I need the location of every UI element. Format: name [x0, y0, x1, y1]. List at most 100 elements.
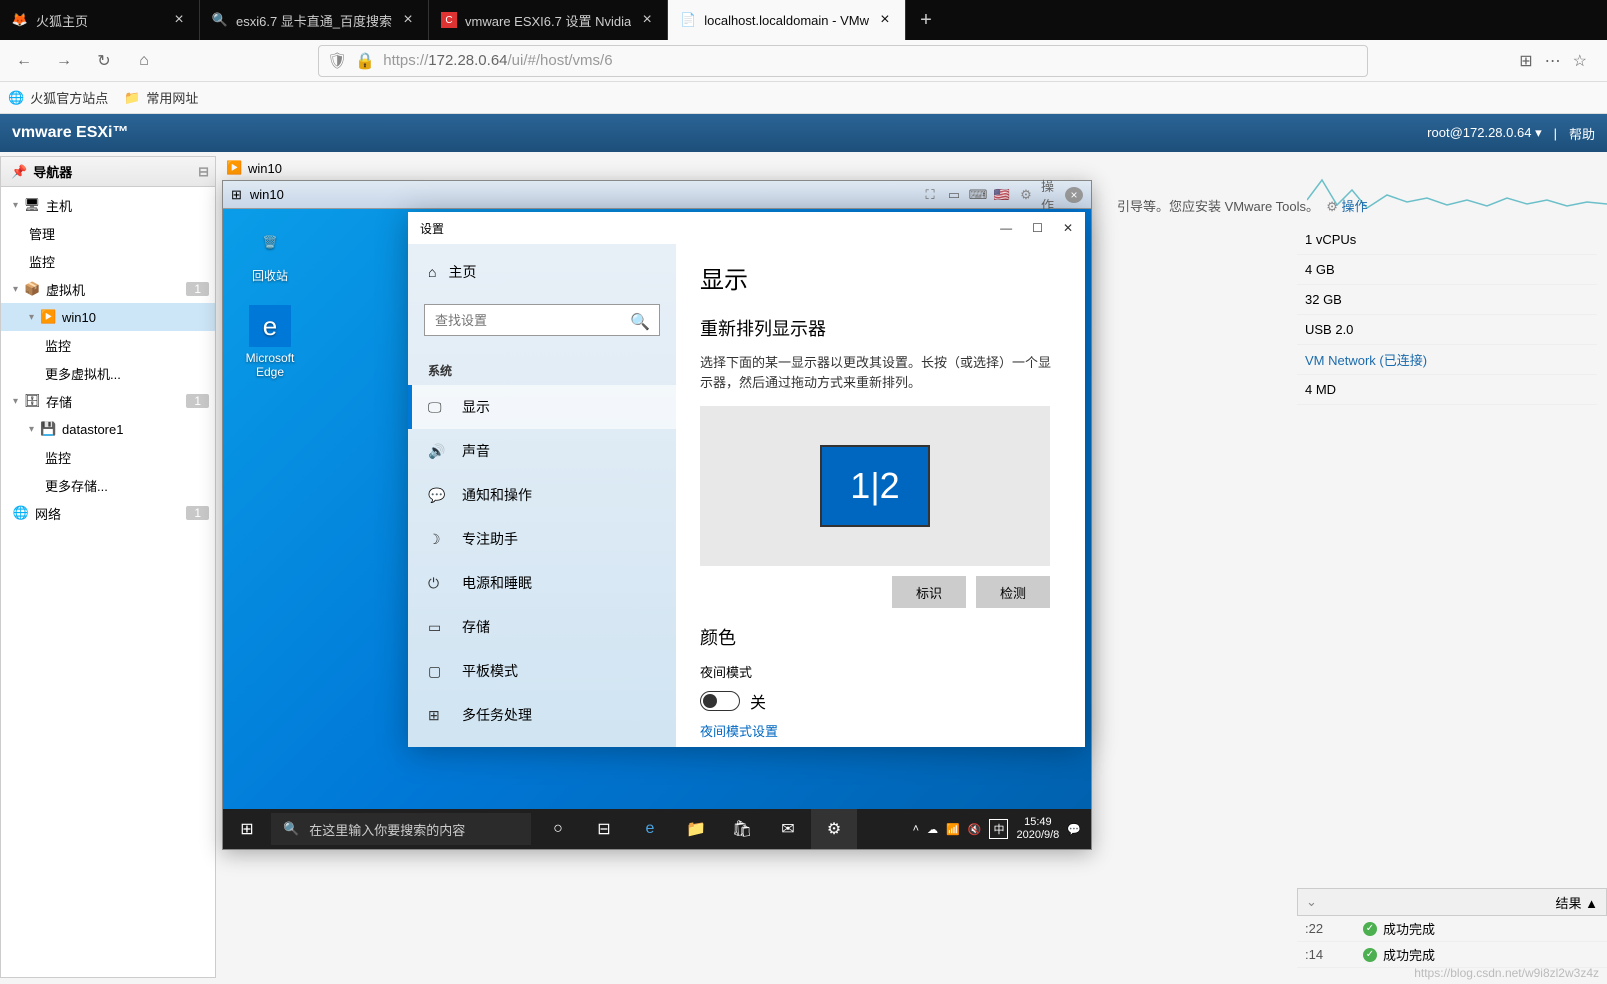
bookmark-firefox[interactable]: 🌐火狐官方站点: [8, 88, 108, 107]
gear-icon[interactable]: ⚙: [1017, 187, 1035, 203]
settings-item-multitask[interactable]: ⊞多任务处理: [408, 693, 676, 737]
close-icon[interactable]: ×: [1065, 187, 1083, 203]
settings-home[interactable]: ⌂主页: [408, 252, 676, 292]
tray-onedrive-icon[interactable]: ☁: [927, 823, 938, 836]
settings-item-project[interactable]: ▦投影到此电脑: [408, 737, 676, 747]
settings-title: 设置: [420, 220, 444, 237]
identify-button[interactable]: 标识: [892, 576, 966, 608]
taskbar-search[interactable]: 🔍在这里输入你要搜索的内容: [271, 813, 531, 845]
settings-item-display[interactable]: 🖵显示: [408, 385, 676, 429]
edge-shortcut[interactable]: e Microsoft Edge: [235, 305, 305, 379]
search-input[interactable]: [424, 304, 660, 336]
back-button[interactable]: ←: [8, 45, 40, 77]
settings-item-power[interactable]: ⏻电源和睡眠: [408, 561, 676, 605]
actions-link[interactable]: 操作: [1342, 199, 1368, 214]
mail-icon[interactable]: ✉: [765, 809, 811, 849]
edge-taskbar-icon[interactable]: e: [627, 809, 673, 849]
navigator-panel: 📌 导航器 ⊟ ▾🖥主机 管理 监控 ▾📦虚拟机1 ▾▶️win10 监控 更多…: [0, 156, 216, 978]
settings-titlebar[interactable]: 设置 — ☐ ✕: [408, 212, 1085, 244]
console-viewport[interactable]: 🗑️ 回收站 e Microsoft Edge 设置 — ☐: [223, 209, 1091, 849]
close-icon[interactable]: ×: [171, 12, 187, 28]
action-center-icon[interactable]: 💬: [1067, 823, 1081, 836]
tab-esxi[interactable]: 📄 localhost.localdomain - VMw ×: [668, 0, 906, 40]
settings-item-tablet[interactable]: ▢平板模式: [408, 649, 676, 693]
night-mode-settings-link[interactable]: 夜间模式设置: [700, 721, 1061, 740]
console-dual-icon[interactable]: ▭: [945, 187, 963, 203]
settings-item-focus[interactable]: ☽专注助手: [408, 517, 676, 561]
maximize-button[interactable]: ☐: [1032, 221, 1043, 235]
task-row[interactable]: :14✓成功完成: [1297, 942, 1607, 968]
reload-button[interactable]: ↻: [88, 45, 120, 77]
url-bar[interactable]: 🛡 🔒 https://172.28.0.64/ui/#/host/vms/6: [318, 45, 1368, 77]
nav-host[interactable]: ▾🖥主机: [1, 191, 215, 219]
close-icon[interactable]: ×: [639, 12, 655, 28]
toggle-state: 关: [750, 689, 766, 713]
console-expand-icon[interactable]: ⛶: [921, 187, 939, 203]
store-icon[interactable]: 🛍: [719, 809, 765, 849]
display-arrange-area[interactable]: 1|2: [700, 406, 1050, 566]
settings-taskbar-icon[interactable]: ⚙: [811, 809, 857, 849]
detect-button[interactable]: 检测: [976, 576, 1050, 608]
settings-item-storage[interactable]: ▭存储: [408, 605, 676, 649]
tray-volume-icon[interactable]: 🔇: [968, 823, 982, 836]
pin-icon[interactable]: 📌: [11, 164, 27, 180]
close-icon[interactable]: ×: [400, 12, 416, 28]
tab-vmware-article[interactable]: C vmware ESXI6.7 设置 Nvidia ×: [429, 0, 668, 40]
task-header[interactable]: ⌄ 结果 ▲: [1297, 888, 1607, 916]
close-icon[interactable]: ×: [877, 12, 893, 28]
nav-vms[interactable]: ▾📦虚拟机1: [1, 275, 215, 303]
nav-datastore1[interactable]: ▾💾datastore1: [1, 415, 215, 443]
bookmark-common[interactable]: 📁常用网址: [124, 88, 198, 107]
settings-item-sound[interactable]: 🔊声音: [408, 429, 676, 473]
taskbar-clock[interactable]: 15:49 2020/9/8: [1016, 816, 1059, 842]
tab-title: 火狐主页: [36, 11, 163, 30]
watermark: https://blog.csdn.net/w9i8zl2w3z4z: [1414, 966, 1599, 980]
task-row[interactable]: :22✓成功完成: [1297, 916, 1607, 942]
nav-vm-monitor[interactable]: 监控: [1, 331, 215, 359]
night-mode-toggle[interactable]: [700, 691, 740, 711]
settings-item-notifications[interactable]: 💬通知和操作: [408, 473, 676, 517]
tray-network-icon[interactable]: 📶: [946, 823, 960, 836]
menu-icon[interactable]: ⋯: [1545, 51, 1561, 71]
start-button[interactable]: ⊞: [223, 809, 271, 849]
console-flag-icon[interactable]: 🇺🇸: [993, 187, 1011, 203]
recycle-bin[interactable]: 🗑️ 回收站: [235, 221, 305, 284]
bookmark-star-icon[interactable]: ☆: [1573, 51, 1587, 71]
display-box[interactable]: 1|2: [820, 445, 930, 527]
minimize-button[interactable]: —: [1000, 221, 1012, 235]
task-view-icon[interactable]: ⊟: [581, 809, 627, 849]
collapse-icon[interactable]: ⊟: [198, 164, 209, 180]
cortana-icon[interactable]: ○: [535, 809, 581, 849]
nav-more-storage[interactable]: 更多存储...: [1, 471, 215, 499]
section-title: 颜色: [700, 624, 1061, 650]
browser-toolbar: ← → ↻ ⌂ 🛡 🔒 https://172.28.0.64/ui/#/hos…: [0, 40, 1607, 82]
favicon-icon: 📄: [680, 12, 696, 28]
sound-icon: 🔊: [428, 443, 446, 460]
new-tab-button[interactable]: +: [906, 9, 946, 32]
console-actions[interactable]: 操作: [1041, 187, 1059, 203]
explorer-icon[interactable]: 📁: [673, 809, 719, 849]
nav-vm-win10[interactable]: ▾▶️win10: [1, 303, 215, 331]
nav-ds-monitor[interactable]: 监控: [1, 443, 215, 471]
tab-firefox-home[interactable]: 🦊 火狐主页 ×: [0, 0, 200, 40]
nav-storage[interactable]: ▾🗄存储1: [1, 387, 215, 415]
ime-indicator[interactable]: 中: [989, 819, 1008, 839]
nav-network[interactable]: 🌐网络1: [1, 499, 215, 527]
console-keyboard-icon[interactable]: ⌨: [969, 187, 987, 203]
tray-chevron-icon[interactable]: ˄: [913, 823, 919, 835]
forward-button[interactable]: →: [48, 45, 80, 77]
windows-desktop[interactable]: 🗑️ 回收站 e Microsoft Edge 设置 — ☐: [223, 209, 1091, 849]
moon-icon: ☽: [428, 531, 446, 548]
task-time: :22: [1305, 921, 1355, 936]
nav-manage[interactable]: 管理: [1, 219, 215, 247]
tab-baidu[interactable]: 🔍 esxi6.7 显卡直通_百度搜索 ×: [200, 0, 429, 40]
nav-monitor[interactable]: 监控: [1, 247, 215, 275]
datastore-icon: 💾: [40, 421, 56, 437]
console-titlebar[interactable]: ⊞ win10 ⛶ ▭ ⌨ 🇺🇸 ⚙ 操作 ×: [223, 181, 1091, 209]
help-link[interactable]: 帮助: [1569, 124, 1595, 143]
nav-more-vms[interactable]: 更多虚拟机...: [1, 359, 215, 387]
close-button[interactable]: ✕: [1063, 221, 1073, 235]
home-button[interactable]: ⌂: [128, 45, 160, 77]
user-menu[interactable]: root@172.28.0.64 ▾: [1427, 125, 1541, 141]
qr-icon[interactable]: ⊞: [1519, 51, 1532, 71]
